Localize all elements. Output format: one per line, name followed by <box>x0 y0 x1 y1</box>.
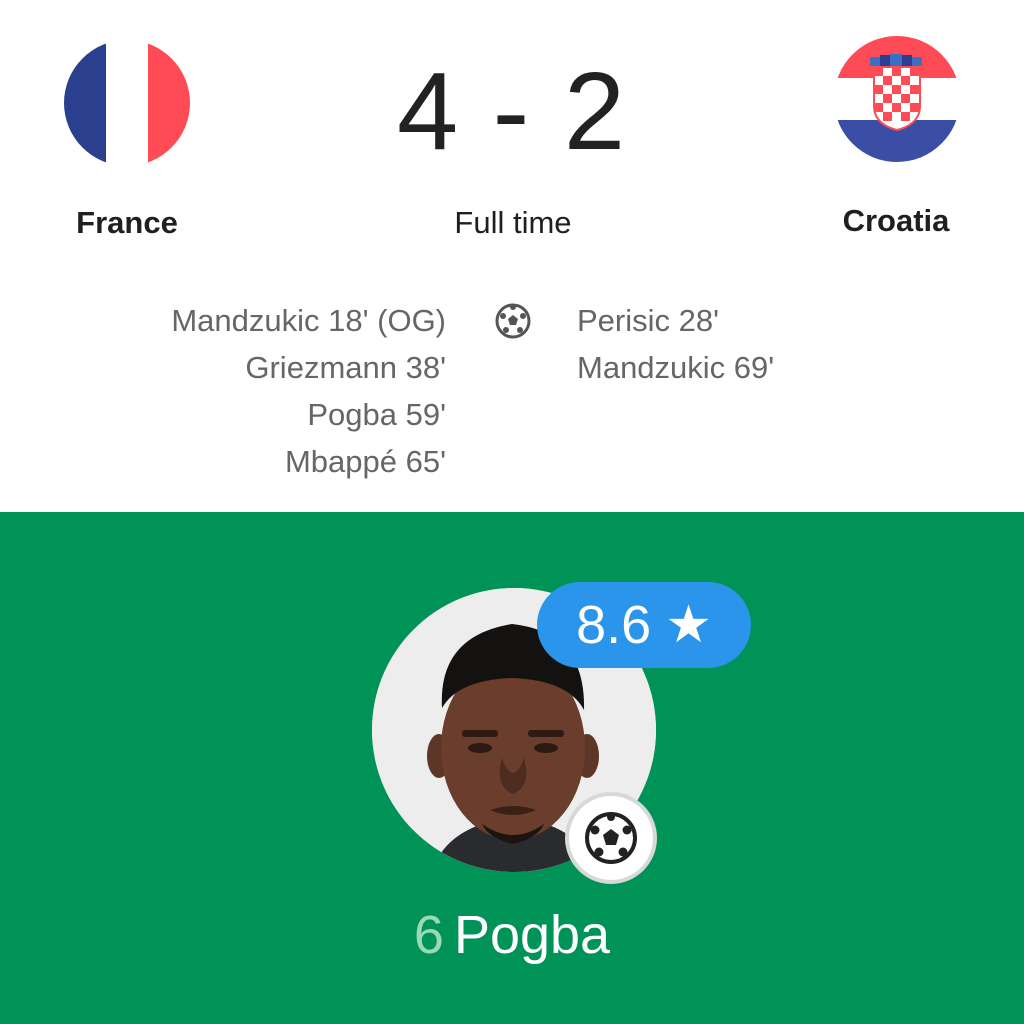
croatia-flag-icon[interactable] <box>834 36 960 162</box>
player-number: 6 <box>413 905 444 965</box>
home-scorers-list: Mandzukic 18' (OG) Griezmann 38' Pogba 5… <box>171 297 446 485</box>
home-scorer: Pogba 59' <box>307 397 446 432</box>
player-rating: 8.6 <box>576 595 652 655</box>
soccer-ball-icon <box>565 792 657 884</box>
home-scorer: Mandzukic 18' (OG) <box>171 303 446 338</box>
away-scorers-list: Perisic 28' Mandzukic 69' <box>577 297 774 391</box>
home-scorer: Mbappé 65' <box>284 444 446 479</box>
player-name: Pogba <box>453 905 611 965</box>
away-scorer: Perisic 28' <box>577 303 720 338</box>
away-team-name[interactable]: Croatia <box>786 203 1006 239</box>
player-of-the-match-card[interactable]: 8.6 ★ 6 Pogba <box>0 512 1024 1024</box>
away-scorer: Mandzukic 69' <box>577 350 775 385</box>
match-summary: France 4 - 2 Full time Croatia Mandzukic… <box>0 0 1024 512</box>
soccer-ball-icon <box>494 302 532 340</box>
home-team-name[interactable]: France <box>17 205 237 241</box>
france-flag-icon[interactable] <box>64 40 190 166</box>
player-rating-badge: 8.6 ★ <box>537 582 751 668</box>
match-score: 4 - 2 <box>396 50 628 173</box>
home-scorer: Griezmann 38' <box>245 350 446 385</box>
star-icon: ★ <box>665 596 712 654</box>
player-label[interactable]: 6 Pogba <box>0 904 1024 966</box>
match-status: Full time <box>454 205 572 240</box>
